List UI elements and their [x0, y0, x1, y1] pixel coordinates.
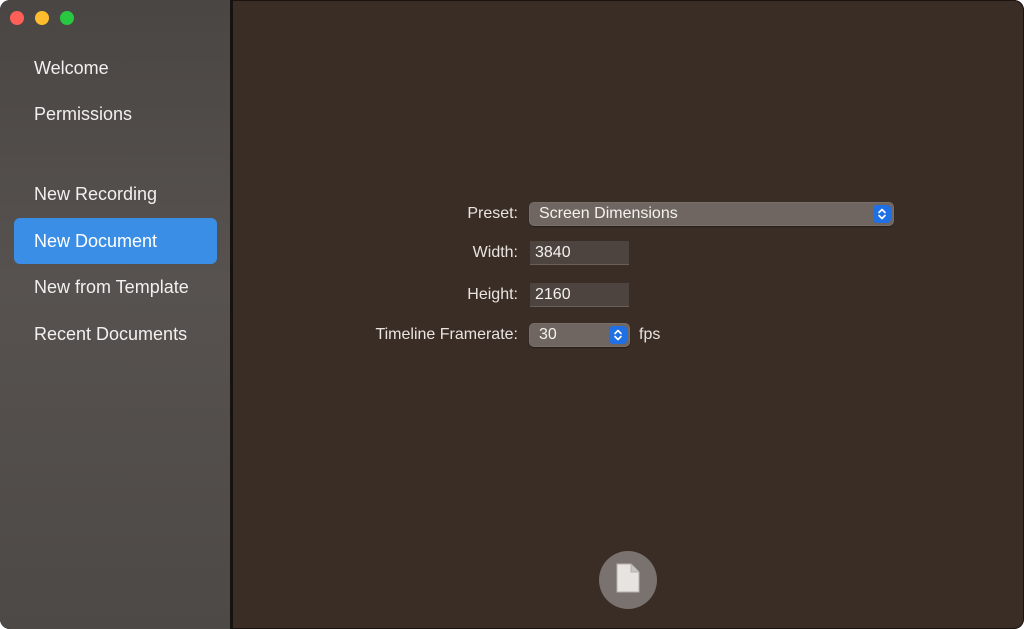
app-window: Welcome Permissions New Recording New Do…: [0, 0, 1024, 629]
sidebar-item-new-document[interactable]: New Document: [14, 218, 217, 264]
framerate-unit: fps: [639, 326, 661, 343]
height-label: Height:: [467, 286, 518, 303]
sidebar-item-recent-documents[interactable]: Recent Documents: [14, 311, 217, 357]
sidebar-item-welcome[interactable]: Welcome: [14, 45, 217, 91]
width-value: 3840: [535, 243, 571, 261]
minimize-window-button[interactable]: [35, 11, 49, 25]
sidebar-item-label: Welcome: [34, 57, 109, 78]
sidebar-item-label: New from Template: [34, 276, 189, 297]
sidebar-item-permissions[interactable]: Permissions: [14, 91, 217, 137]
width-field[interactable]: 3840: [530, 241, 629, 265]
framerate-select[interactable]: 30: [529, 323, 630, 347]
create-document-button[interactable]: [599, 551, 657, 609]
close-window-button[interactable]: [10, 11, 24, 25]
chevron-up-down-icon: [873, 205, 891, 223]
height-field[interactable]: 2160: [530, 283, 629, 307]
sidebar-item-new-from-template[interactable]: New from Template: [14, 264, 217, 310]
height-value: 2160: [535, 285, 571, 303]
framerate-value: 30: [539, 326, 557, 343]
sidebar-item-label: New Document: [34, 230, 158, 251]
sidebar: Welcome Permissions New Recording New Do…: [0, 0, 230, 629]
new-document-panel: Preset: Screen Dimensions Width: 3840 He…: [233, 0, 1024, 629]
zoom-window-button[interactable]: [60, 11, 74, 25]
chevron-up-down-icon: [609, 326, 627, 344]
sidebar-item-label: Recent Documents: [34, 323, 188, 344]
preset-label: Preset:: [467, 205, 518, 222]
sidebar-item-label: New Recording: [34, 183, 158, 204]
sidebar-item-new-recording[interactable]: New Recording: [14, 171, 217, 217]
preset-value: Screen Dimensions: [539, 205, 678, 222]
framerate-label: Timeline Framerate:: [375, 326, 518, 343]
preset-select[interactable]: Screen Dimensions: [529, 202, 894, 226]
document-icon: [615, 562, 641, 599]
width-label: Width:: [472, 244, 518, 261]
sidebar-item-label: Permissions: [34, 103, 133, 124]
